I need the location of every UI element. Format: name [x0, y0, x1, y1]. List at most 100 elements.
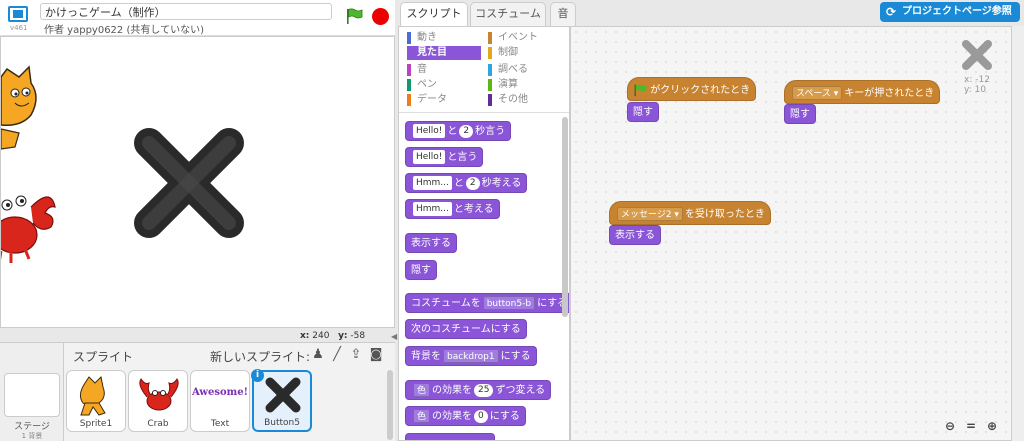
category-list: 動き 見た目 音 ペン データ イベント 制御 調べる 演算 その他 [399, 27, 569, 113]
mouse-coordinates: x: 240 y: -58 [300, 331, 365, 341]
tab-sounds[interactable]: 音 [550, 2, 576, 26]
block-switch-backdrop[interactable]: 背景を backdrop1 にする [405, 346, 537, 366]
effect-value-slot[interactable]: 0 [474, 409, 488, 423]
secs-slot[interactable]: 2 [465, 176, 480, 190]
sprite-panel: ステージ 1 背景 スプライト 新しいスプライト: ♟ ╱ ⇪ ◙ Sprite… [0, 342, 395, 441]
camera-icon[interactable]: ◙ [368, 347, 384, 363]
sprite-name: Sprite1 [79, 419, 113, 429]
category-operators[interactable]: 演算 [488, 78, 518, 92]
tab-scripts[interactable]: スクリプト [400, 2, 468, 27]
zoom-reset-icon[interactable]: = [962, 417, 980, 435]
stage-canvas[interactable] [0, 36, 395, 328]
hat-label: がクリックされたとき [650, 85, 751, 96]
stage-header: v461 作者 yappy0622 (共有していない) [0, 0, 395, 36]
block-say[interactable]: Hello! と言う [405, 147, 484, 167]
category-pen[interactable]: ペン [407, 78, 437, 92]
cat-thumbnail-icon [79, 375, 106, 416]
project-page-button[interactable]: ⟳ プロジェクトページ参照 [880, 2, 1020, 22]
effect-dropdown[interactable]: 色 [413, 409, 431, 423]
category-sound[interactable]: 音 [407, 63, 427, 77]
coord-y-label: y: [338, 331, 348, 341]
awesome-text-thumbnail: Awesome! [192, 387, 248, 398]
secs-slot[interactable]: 2 [459, 124, 474, 138]
sprite-tile-button5[interactable]: i Button5 [251, 369, 312, 432]
block-when-key-pressed[interactable]: スペース ▾ キーが押されたとき [784, 80, 941, 104]
crab-sprite[interactable] [1, 195, 56, 263]
effect-dropdown[interactable]: 色 [413, 383, 431, 397]
sprite-position-readout: x: -12 y: 10 [964, 75, 990, 95]
sprite-name: Button5 [264, 418, 300, 428]
block-show[interactable]: 表示する [405, 233, 457, 253]
current-sprite-x-icon [962, 40, 992, 70]
category-more-blocks[interactable]: その他 [488, 93, 528, 107]
scripts-area[interactable]: がクリックされたとき 隠す スペース ▾ キーが押されたとき 隠す メッセージ2 … [570, 26, 1012, 441]
green-flag-icon [634, 84, 647, 97]
stage-backdrop-count: 1 背景 [21, 432, 43, 440]
fullscreen-icon[interactable] [8, 6, 28, 22]
sprites-title: スプライト [73, 350, 134, 364]
zoom-out-icon[interactable]: ⊖ [941, 417, 959, 435]
stage-thumbnail [4, 373, 60, 417]
project-title-input[interactable] [40, 3, 332, 20]
category-control[interactable]: 制御 [488, 46, 518, 60]
palette-scrollbar[interactable] [562, 117, 568, 317]
paint-brush-icon[interactable]: ╱ [329, 347, 345, 363]
sprite-tile-text[interactable]: Awesome! Text [190, 370, 250, 432]
block-hide[interactable]: 隠す [784, 104, 816, 124]
stage-selector[interactable]: ステージ 1 背景 [0, 343, 64, 441]
author-label: 作者 yappy0622 (共有していない) [44, 25, 204, 36]
say-text-slot[interactable]: Hello! [413, 124, 446, 138]
block-think-for-secs[interactable]: Hmm... と 2 秒考える [405, 173, 528, 193]
sprite-x-readout: x: -12 [964, 75, 990, 85]
sprite-scrollbar[interactable] [387, 370, 393, 440]
sprite-library-icon[interactable]: ♟ [310, 347, 326, 363]
new-sprite-label: 新しいスプライト: [210, 350, 311, 364]
project-page-label: プロジェクトページ参照 [902, 6, 1012, 17]
sprite-name: Text [210, 419, 230, 429]
category-looks[interactable]: 見た目 [407, 46, 481, 60]
effect-amount-slot[interactable]: 25 [474, 383, 494, 397]
costume-dropdown[interactable]: button5-b [482, 296, 536, 310]
say-text-slot[interactable]: Hello! [413, 150, 446, 164]
think-text-slot[interactable]: Hmm... [413, 202, 452, 216]
refresh-icon: ⟳ [886, 5, 897, 19]
zoom-in-icon[interactable]: ⊕ [983, 417, 1001, 435]
block-when-i-receive[interactable]: メッセージ2 ▾ を受け取ったとき [609, 201, 771, 225]
block-say-for-secs[interactable]: Hello! と 2 秒言う [405, 121, 512, 141]
sprite-tile-crab[interactable]: Crab [128, 370, 188, 432]
block-change-effect[interactable]: 色の効果を 25 ずつ変える [405, 380, 552, 400]
block-when-flag-clicked[interactable]: がクリックされたとき [627, 77, 757, 101]
block-show[interactable]: 表示する [609, 225, 661, 245]
block-hide[interactable]: 隠す [627, 102, 659, 122]
category-events[interactable]: イベント [488, 31, 538, 45]
coord-y-value: -58 [350, 331, 366, 341]
block-set-effect[interactable]: 色の効果を 0 にする [405, 406, 526, 426]
category-sensing[interactable]: 調べる [488, 63, 528, 77]
block-next-costume[interactable]: 次のコスチュームにする [405, 319, 527, 339]
right-gutter [1012, 26, 1024, 441]
stage-drawing [1, 65, 244, 263]
block-hide[interactable]: 隠す [405, 260, 437, 280]
scratch-editor: v461 作者 yappy0622 (共有していない) [0, 0, 1024, 441]
info-icon[interactable]: i [251, 369, 264, 382]
backdrop-dropdown[interactable]: backdrop1 [443, 349, 499, 363]
cat-sprite[interactable] [1, 65, 37, 150]
crab-thumbnail-icon [139, 378, 179, 411]
upload-icon[interactable]: ⇪ [348, 347, 364, 363]
block-partial[interactable] [405, 433, 495, 440]
stop-icon[interactable] [372, 8, 389, 25]
green-flag-icon[interactable] [345, 8, 363, 24]
sprite-tile-sprite1[interactable]: Sprite1 [66, 370, 126, 432]
block-switch-costume[interactable]: コスチュームを button5-b にする [405, 293, 569, 313]
x-button-sprite[interactable] [134, 128, 244, 238]
block-think[interactable]: Hmm... と考える [405, 199, 500, 219]
category-motion[interactable]: 動き [407, 31, 437, 45]
message-dropdown[interactable]: メッセージ2 ▾ [617, 207, 683, 221]
key-dropdown[interactable]: スペース ▾ [792, 86, 843, 100]
category-data[interactable]: データ [407, 93, 447, 107]
coord-x-value: 240 [312, 331, 330, 341]
think-text-slot[interactable]: Hmm... [413, 176, 452, 190]
zoom-controls: ⊖ = ⊕ [941, 417, 1003, 435]
tab-costumes[interactable]: コスチューム [470, 2, 546, 26]
coord-x-label: x: [300, 331, 310, 341]
